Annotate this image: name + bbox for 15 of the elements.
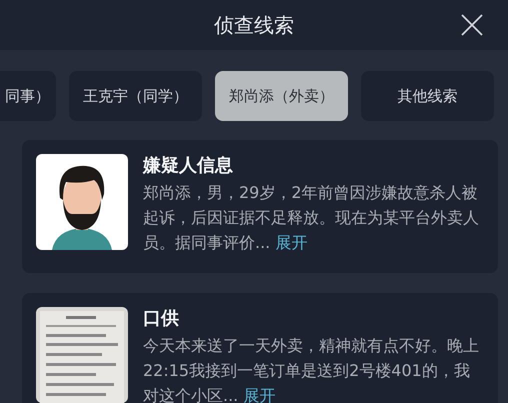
expand-link[interactable]: 展开 [243,386,276,403]
clue-card[interactable]: 口供 今天本来送了一天外卖，精神就有点不好。晚上22:15我接到一笔订单是送到2号楼401的，我对这个小区... 展开 [22,293,498,403]
tab[interactable]: 郑尚添（外卖） [215,71,348,121]
card-description: 今天本来送了一天外卖，精神就有点不好。晚上22:15我接到一笔订单是送到2号楼401的，我对这个小区... 展开 [143,335,480,403]
avatar-icon [36,154,128,250]
card-title: 嫌疑人信息 [143,154,234,178]
clue-card[interactable]: 嫌疑人信息 郑尚添，男，29岁，2年前曾因涉嫌故意杀人被起诉，后因证据不足释放。现在为某平台外卖人员。据同事评价... 展开 [22,140,498,273]
tab[interactable]: 其他线索 [361,71,494,121]
close-icon[interactable] [460,13,484,37]
card-description: 郑尚添，男，29岁，2年前曾因涉嫌故意杀人被起诉，后因证据不足释放。现在为某平台外卖人员。据同事评价... 展开 [143,182,480,254]
tab[interactable]: 王克宇（同学） [69,71,202,121]
tab[interactable]: 同事） [0,71,56,121]
expand-link[interactable]: 展开 [275,233,308,252]
window-title: 侦查线索 [214,12,294,38]
card-title: 口供 [143,307,180,331]
